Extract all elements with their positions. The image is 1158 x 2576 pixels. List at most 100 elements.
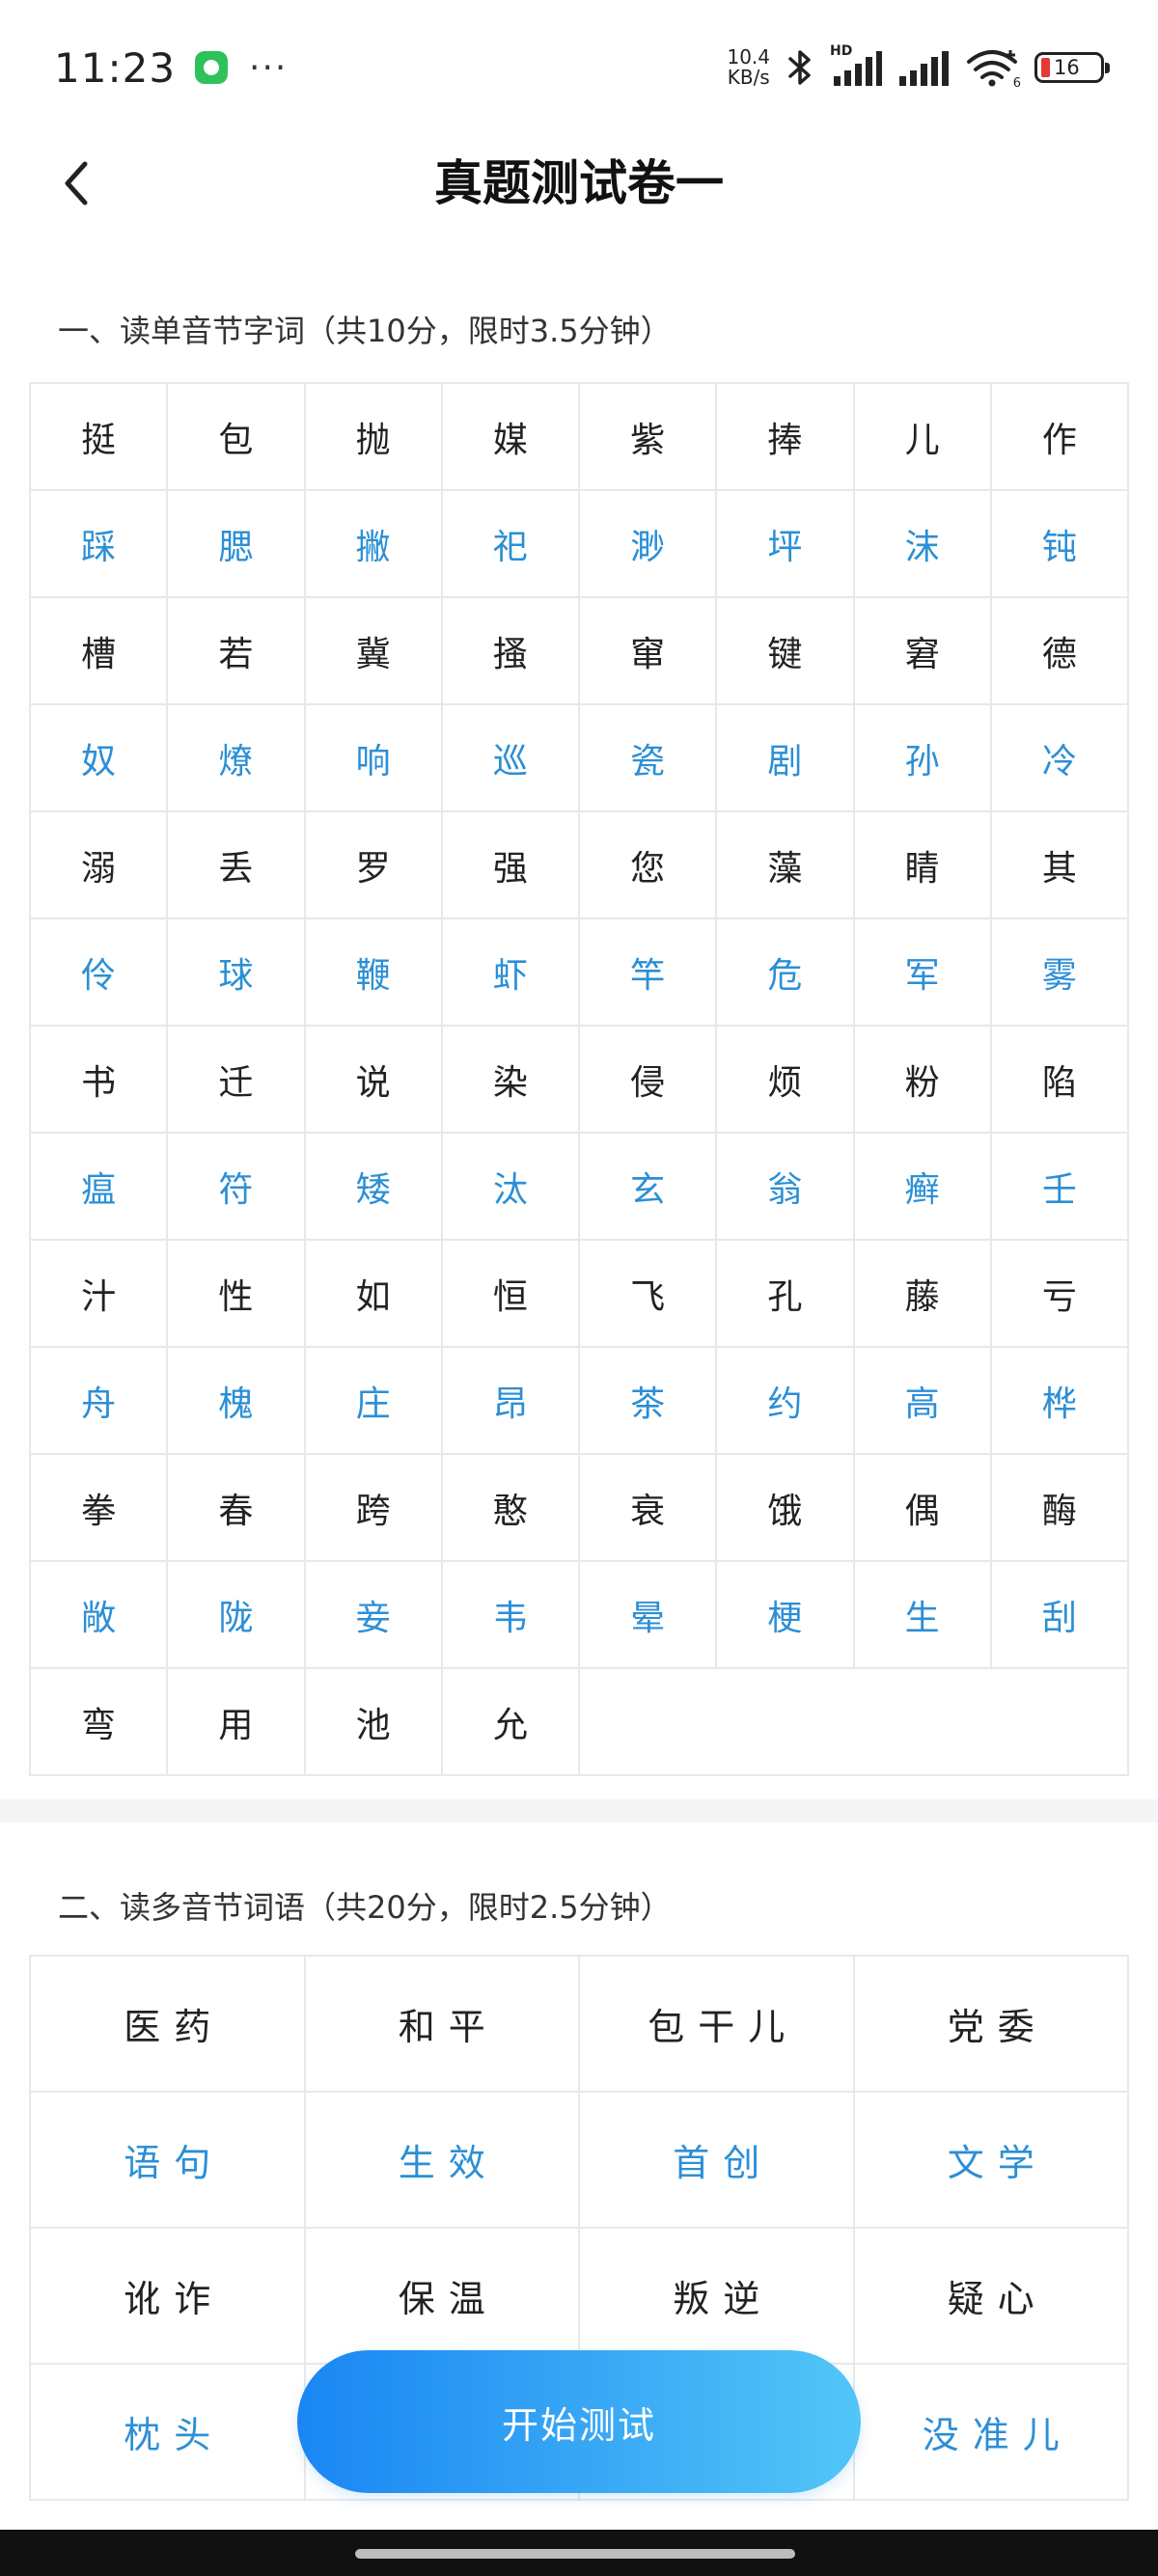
char-cell: 庄 xyxy=(305,1348,443,1455)
char-cell: 冷 xyxy=(991,705,1129,812)
status-time: 11:23 xyxy=(54,43,177,92)
status-icons: 10.4 KB/s HD 6 16 xyxy=(727,43,1110,91)
char-cell: 舟 xyxy=(31,1348,169,1455)
char-cell: 紫 xyxy=(580,384,718,491)
char-cell: 飞 xyxy=(580,1241,718,1348)
char-cell: 昂 xyxy=(442,1348,580,1455)
char-cell: 妾 xyxy=(305,1562,443,1669)
char-cell: 弯 xyxy=(31,1669,169,1776)
section-title-single-syllable: 一、读单音节字词（共10分，限时3.5分钟） xyxy=(58,313,672,349)
char-cell: 生 xyxy=(854,1562,992,1669)
char-cell: 孔 xyxy=(717,1241,855,1348)
char-cell: 燎 xyxy=(168,705,306,812)
char-cell: 奴 xyxy=(31,705,169,812)
char-cell: 陷 xyxy=(991,1027,1129,1134)
char-cell: 媒 xyxy=(442,384,580,491)
char-cell: 若 xyxy=(168,598,306,705)
char-cell: 书 xyxy=(31,1027,169,1134)
char-cell: 窘 xyxy=(854,598,992,705)
char-cell: 敞 xyxy=(31,1562,169,1669)
char-cell: 作 xyxy=(991,384,1129,491)
char-cell: 撇 xyxy=(305,491,443,598)
char-cell: 键 xyxy=(717,598,855,705)
word-cell: 文学 xyxy=(854,2093,1129,2229)
char-cell: 饿 xyxy=(717,1455,855,1562)
battery-icon: 16 xyxy=(1034,52,1110,83)
char-cell: 迁 xyxy=(168,1027,306,1134)
char-cell: 汁 xyxy=(31,1241,169,1348)
char-cell: 强 xyxy=(442,812,580,919)
single-syllable-grid: 挺包抛媒紫捧儿作踩腮撇祀渺坪沫钝槽若冀搔窜键窘德奴燎响巡瓷剧孙冷溺丢罗强您藻睛其… xyxy=(29,382,1129,1776)
home-indicator[interactable] xyxy=(355,2549,795,2559)
char-cell: 偶 xyxy=(854,1455,992,1562)
char-cell: 壬 xyxy=(991,1134,1129,1241)
char-cell: 儿 xyxy=(854,384,992,491)
char-cell: 如 xyxy=(305,1241,443,1348)
hd-label: HD xyxy=(830,43,853,59)
page-title: 真题测试卷一 xyxy=(434,155,724,211)
char-cell: 亏 xyxy=(991,1241,1129,1348)
char-cell: 高 xyxy=(854,1348,992,1455)
char-cell: 德 xyxy=(991,598,1129,705)
navigation-bar: 真题测试卷一 xyxy=(0,135,1158,232)
char-cell: 酶 xyxy=(991,1455,1129,1562)
section-title-multi-syllable: 二、读多音节词语（共20分，限时2.5分钟） xyxy=(58,1889,672,1926)
char-cell: 春 xyxy=(168,1455,306,1562)
signal-icon xyxy=(897,49,950,86)
char-cell: 跨 xyxy=(305,1455,443,1562)
char-cell: 癣 xyxy=(854,1134,992,1241)
char-cell: 茶 xyxy=(580,1348,718,1455)
system-navigation-bar xyxy=(0,2530,1158,2576)
wifi-sub-label: 6 xyxy=(1012,76,1021,91)
char-cell: 矮 xyxy=(305,1134,443,1241)
char-cell: 槐 xyxy=(168,1348,306,1455)
char-cell: 晕 xyxy=(580,1562,718,1669)
char-cell: 挺 xyxy=(31,384,169,491)
char-cell: 渺 xyxy=(580,491,718,598)
char-cell: 其 xyxy=(991,812,1129,919)
battery-percent: 16 xyxy=(1054,56,1080,79)
word-cell: 生效 xyxy=(305,2093,580,2229)
word-cell: 党委 xyxy=(854,1957,1129,2093)
char-cell: 睛 xyxy=(854,812,992,919)
chat-notification-icon xyxy=(195,51,229,84)
char-cell: 瘟 xyxy=(31,1134,169,1241)
char-cell: 陇 xyxy=(168,1562,306,1669)
char-cell: 藤 xyxy=(854,1241,992,1348)
network-speed: 10.4 KB/s xyxy=(727,47,770,88)
char-cell: 剧 xyxy=(717,705,855,812)
start-test-button[interactable]: 开始测试 xyxy=(297,2350,861,2493)
word-cell: 包干儿 xyxy=(580,1957,855,2093)
char-cell: 球 xyxy=(168,919,306,1027)
char-cell: 虾 xyxy=(442,919,580,1027)
char-cell: 包 xyxy=(168,384,306,491)
char-cell: 槽 xyxy=(31,598,169,705)
char-cell: 孙 xyxy=(854,705,992,812)
char-cell: 响 xyxy=(305,705,443,812)
char-cell: 瓷 xyxy=(580,705,718,812)
char-cell: 军 xyxy=(854,919,992,1027)
word-cell: 医药 xyxy=(31,1957,306,2093)
char-cell: 染 xyxy=(442,1027,580,1134)
char-cell: 竿 xyxy=(580,919,718,1027)
char-cell: 您 xyxy=(580,812,718,919)
char-cell: 鞭 xyxy=(305,919,443,1027)
word-cell: 枕头 xyxy=(31,2365,306,2501)
char-cell: 伶 xyxy=(31,919,169,1027)
char-cell: 窜 xyxy=(580,598,718,705)
char-cell: 侵 xyxy=(580,1027,718,1134)
char-cell: 捧 xyxy=(717,384,855,491)
char-cell: 踩 xyxy=(31,491,169,598)
char-cell: 说 xyxy=(305,1027,443,1134)
word-cell: 疑心 xyxy=(854,2229,1129,2365)
section-divider xyxy=(0,1799,1158,1822)
char-cell: 藻 xyxy=(717,812,855,919)
char-cell: 性 xyxy=(168,1241,306,1348)
char-cell: 烦 xyxy=(717,1027,855,1134)
char-cell: 祀 xyxy=(442,491,580,598)
char-cell: 钝 xyxy=(991,491,1129,598)
char-cell: 雾 xyxy=(991,919,1129,1027)
word-cell: 没准儿 xyxy=(854,2365,1129,2501)
word-cell: 保温 xyxy=(305,2229,580,2365)
char-cell: 翁 xyxy=(717,1134,855,1241)
